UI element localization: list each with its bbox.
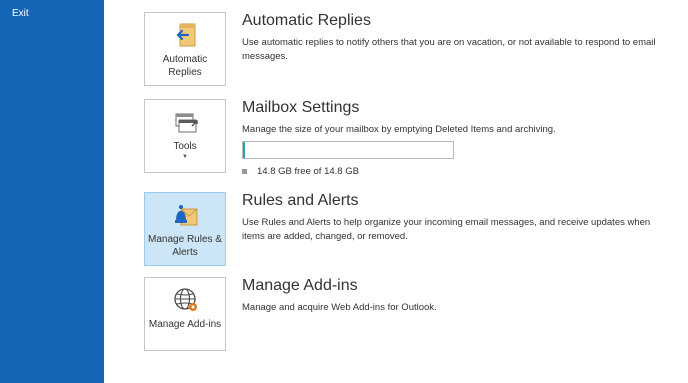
quota-bullet-icon bbox=[242, 168, 247, 174]
addins-description: Manage and acquire Web Add-ins for Outlo… bbox=[242, 302, 437, 313]
automatic-replies-title: Automatic Replies bbox=[242, 12, 371, 29]
rules-alerts-title: Rules and Alerts bbox=[242, 192, 359, 209]
rules-alerts-description: Use Rules and Alerts to help organize yo… bbox=[242, 217, 651, 242]
backstage-sidebar: Exit bbox=[0, 0, 104, 383]
addins-globe-icon bbox=[172, 286, 200, 314]
tools-button[interactable]: Tools ▼ bbox=[144, 99, 226, 173]
mailbox-quota-value: 14.8 GB free of 14.8 GB bbox=[257, 166, 359, 177]
tools-icon bbox=[172, 108, 200, 136]
manage-addins-button[interactable]: Manage Add-ins bbox=[144, 277, 226, 351]
automatic-replies-label: Automatic Replies bbox=[162, 54, 208, 78]
addins-title: Manage Add-ins bbox=[242, 277, 358, 294]
mailbox-quota-text: 14.8 GB free of 14.8 GB bbox=[242, 166, 359, 177]
automatic-replies-icon bbox=[172, 21, 200, 49]
mailbox-settings-title: Mailbox Settings bbox=[242, 99, 360, 116]
automatic-replies-button[interactable]: Automatic Replies bbox=[144, 12, 226, 86]
mailbox-quota-fill bbox=[243, 142, 246, 158]
exit-button[interactable]: Exit bbox=[12, 8, 29, 19]
mailbox-quota-bar bbox=[242, 141, 454, 159]
backstage-main: Automatic Replies Automatic Replies Use … bbox=[104, 0, 688, 383]
rules-alerts-icon bbox=[172, 201, 200, 229]
manage-rules-alerts-button[interactable]: Manage Rules & Alerts bbox=[144, 192, 226, 266]
mailbox-settings-description: Manage the size of your mailbox by empty… bbox=[242, 124, 556, 135]
manage-addins-label: Manage Add-ins bbox=[148, 319, 222, 330]
tools-label: Tools bbox=[173, 141, 197, 152]
automatic-replies-description: Use automatic replies to notify others t… bbox=[242, 37, 656, 62]
manage-rules-alerts-label: Manage Rules & Alerts bbox=[148, 234, 222, 258]
chevron-down-icon: ▼ bbox=[182, 154, 188, 160]
